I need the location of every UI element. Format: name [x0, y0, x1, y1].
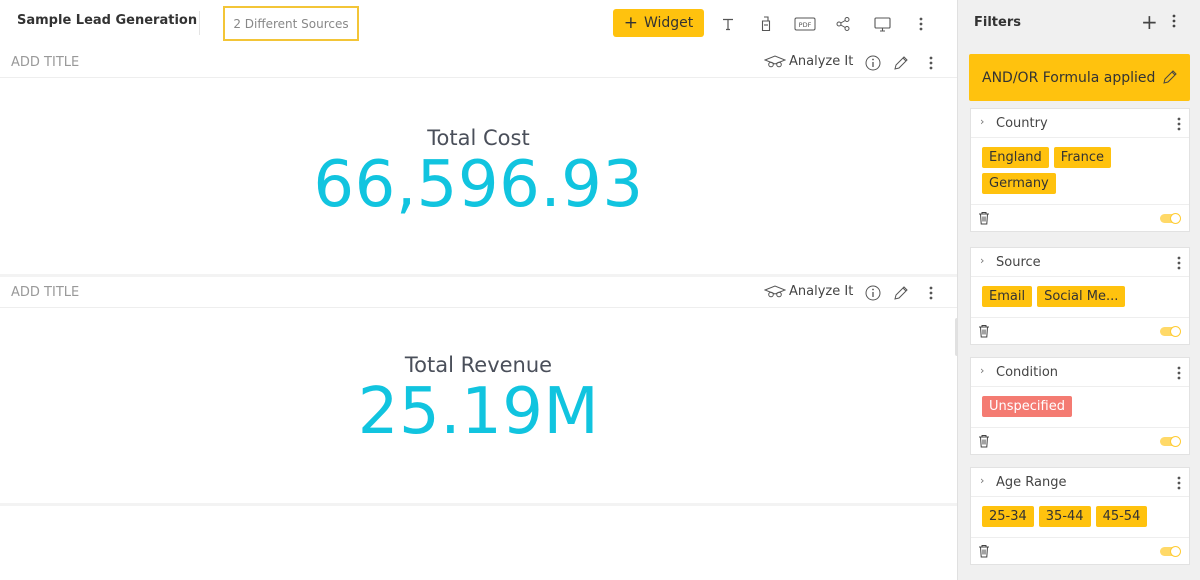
- filter-values: Email Social Me...: [971, 277, 1189, 318]
- filters-title: Filters: [974, 15, 1021, 30]
- filter-card-header: › Condition: [971, 358, 1189, 387]
- analyze-icon: [764, 284, 786, 297]
- analyze-it-label: Analyze It: [789, 54, 854, 69]
- filter-card-country: › Country England France Germany: [970, 108, 1190, 232]
- widget-more-icon[interactable]: [923, 55, 939, 71]
- chevron-right-icon[interactable]: ›: [980, 254, 984, 267]
- formula-label: AND/OR Formula applied: [982, 69, 1156, 86]
- filter-name[interactable]: Country: [996, 116, 1048, 131]
- and-or-formula-button[interactable]: AND/OR Formula applied: [969, 54, 1190, 101]
- add-widget-button[interactable]: + Widget: [613, 9, 704, 37]
- pdf-badge-text: PDF: [799, 21, 812, 29]
- filter-card-header: › Country: [971, 109, 1189, 138]
- filter-chip[interactable]: 45-54: [1095, 506, 1148, 527]
- filters-more-icon[interactable]: [1172, 13, 1176, 32]
- filter-chip[interactable]: Email: [982, 286, 1033, 307]
- info-icon[interactable]: [865, 55, 881, 71]
- toggle-knob: [1170, 546, 1181, 557]
- kpi-value: 66,596.93: [313, 148, 644, 222]
- filter-card-header: › Age Range: [971, 468, 1189, 497]
- widget-title-placeholder[interactable]: ADD TITLE: [11, 285, 79, 300]
- filter-card-age-range: › Age Range 25-34 35-44 45-54: [970, 467, 1190, 565]
- dashboard-toolbar: Sample Lead Generation 2 Different Sourc…: [0, 0, 957, 47]
- filter-chip[interactable]: England: [982, 147, 1049, 168]
- edit-pencil-icon[interactable]: [893, 285, 909, 301]
- filter-toggle[interactable]: [1160, 436, 1181, 447]
- empty-widget-area: [0, 506, 957, 580]
- analyze-it-button[interactable]: Analyze It: [764, 54, 853, 69]
- filter-toggle[interactable]: [1160, 213, 1181, 224]
- filter-name[interactable]: Condition: [996, 365, 1058, 380]
- plus-icon: +: [623, 12, 638, 33]
- paint-bucket-icon[interactable]: [755, 13, 777, 35]
- more-vertical-icon[interactable]: [910, 13, 932, 35]
- trash-icon[interactable]: [978, 323, 990, 342]
- share-icon[interactable]: [832, 13, 854, 35]
- add-widget-label: Widget: [643, 15, 694, 31]
- chevron-right-icon[interactable]: ›: [980, 115, 984, 128]
- filter-chip[interactable]: 35-44: [1038, 506, 1091, 527]
- filter-name[interactable]: Source: [996, 255, 1041, 270]
- filter-card-header: › Source: [971, 248, 1189, 277]
- filter-chip[interactable]: Social Me...: [1037, 286, 1126, 307]
- filter-card-condition: › Condition Unspecified: [970, 357, 1190, 455]
- kpi-widget-total-cost[interactable]: ADD TITLE Analyze It Total Cost 66,596.9…: [0, 47, 957, 274]
- widget-header: ADD TITLE Analyze It: [0, 47, 957, 78]
- analyze-icon: [764, 54, 786, 67]
- filter-more-icon[interactable]: [1177, 475, 1181, 494]
- filter-toggle[interactable]: [1160, 546, 1181, 557]
- pdf-icon[interactable]: PDF: [793, 13, 817, 35]
- filter-card-footer: [971, 318, 1189, 344]
- kpi-label: Total Cost: [427, 126, 530, 150]
- kpi-label: Total Revenue: [404, 353, 553, 377]
- filter-values: 25-34 35-44 45-54: [971, 497, 1189, 538]
- filter-card-source: › Source Email Social Me...: [970, 247, 1190, 345]
- presentation-icon[interactable]: [871, 13, 893, 35]
- trash-icon[interactable]: [978, 433, 990, 452]
- toggle-knob: [1170, 436, 1181, 447]
- toggle-knob: [1170, 213, 1181, 224]
- filter-more-icon[interactable]: [1177, 116, 1181, 135]
- chevron-right-icon[interactable]: ›: [980, 474, 984, 487]
- trash-icon[interactable]: [978, 210, 990, 229]
- widget-header: ADD TITLE Analyze It: [0, 277, 957, 308]
- filter-card-footer: [971, 205, 1189, 231]
- text-icon[interactable]: [717, 13, 739, 35]
- filters-panel: Filters + AND/OR Formula applied › Count…: [957, 0, 1200, 580]
- filter-card-footer: [971, 428, 1189, 454]
- filter-name[interactable]: Age Range: [996, 475, 1066, 490]
- data-sources-button[interactable]: 2 Different Sources: [223, 6, 359, 41]
- edit-pencil-icon[interactable]: [893, 55, 909, 71]
- kpi-widget-total-revenue[interactable]: ADD TITLE Analyze It Total Revenue 25.19…: [0, 277, 957, 503]
- edit-pencil-icon: [1162, 69, 1178, 89]
- toggle-knob: [1170, 326, 1181, 337]
- unspecified-chip[interactable]: Unspecified: [982, 396, 1072, 417]
- info-icon[interactable]: [865, 285, 881, 301]
- analyze-it-label: Analyze It: [789, 284, 854, 299]
- widget-more-icon[interactable]: [923, 285, 939, 301]
- dashboard-title[interactable]: Sample Lead Generation: [17, 13, 197, 28]
- filter-more-icon[interactable]: [1177, 365, 1181, 384]
- widget-title-placeholder[interactable]: ADD TITLE: [11, 55, 79, 70]
- trash-icon[interactable]: [978, 543, 990, 562]
- filter-card-footer: [971, 538, 1189, 564]
- dashboard-canvas: ADD TITLE Analyze It Total Cost 66,596.9…: [0, 47, 957, 580]
- filter-chip[interactable]: France: [1053, 147, 1112, 168]
- toolbar-divider: [199, 11, 200, 35]
- chevron-right-icon[interactable]: ›: [980, 364, 984, 377]
- analyze-it-button[interactable]: Analyze It: [764, 284, 853, 299]
- filter-values: Unspecified: [971, 387, 1189, 428]
- filter-chip[interactable]: 25-34: [982, 506, 1034, 527]
- add-filter-icon[interactable]: +: [1141, 12, 1158, 32]
- filter-values: England France Germany: [971, 138, 1189, 205]
- filter-more-icon[interactable]: [1177, 255, 1181, 274]
- kpi-value: 25.19M: [357, 375, 600, 449]
- filter-chip[interactable]: Germany: [982, 173, 1056, 194]
- filter-toggle[interactable]: [1160, 326, 1181, 337]
